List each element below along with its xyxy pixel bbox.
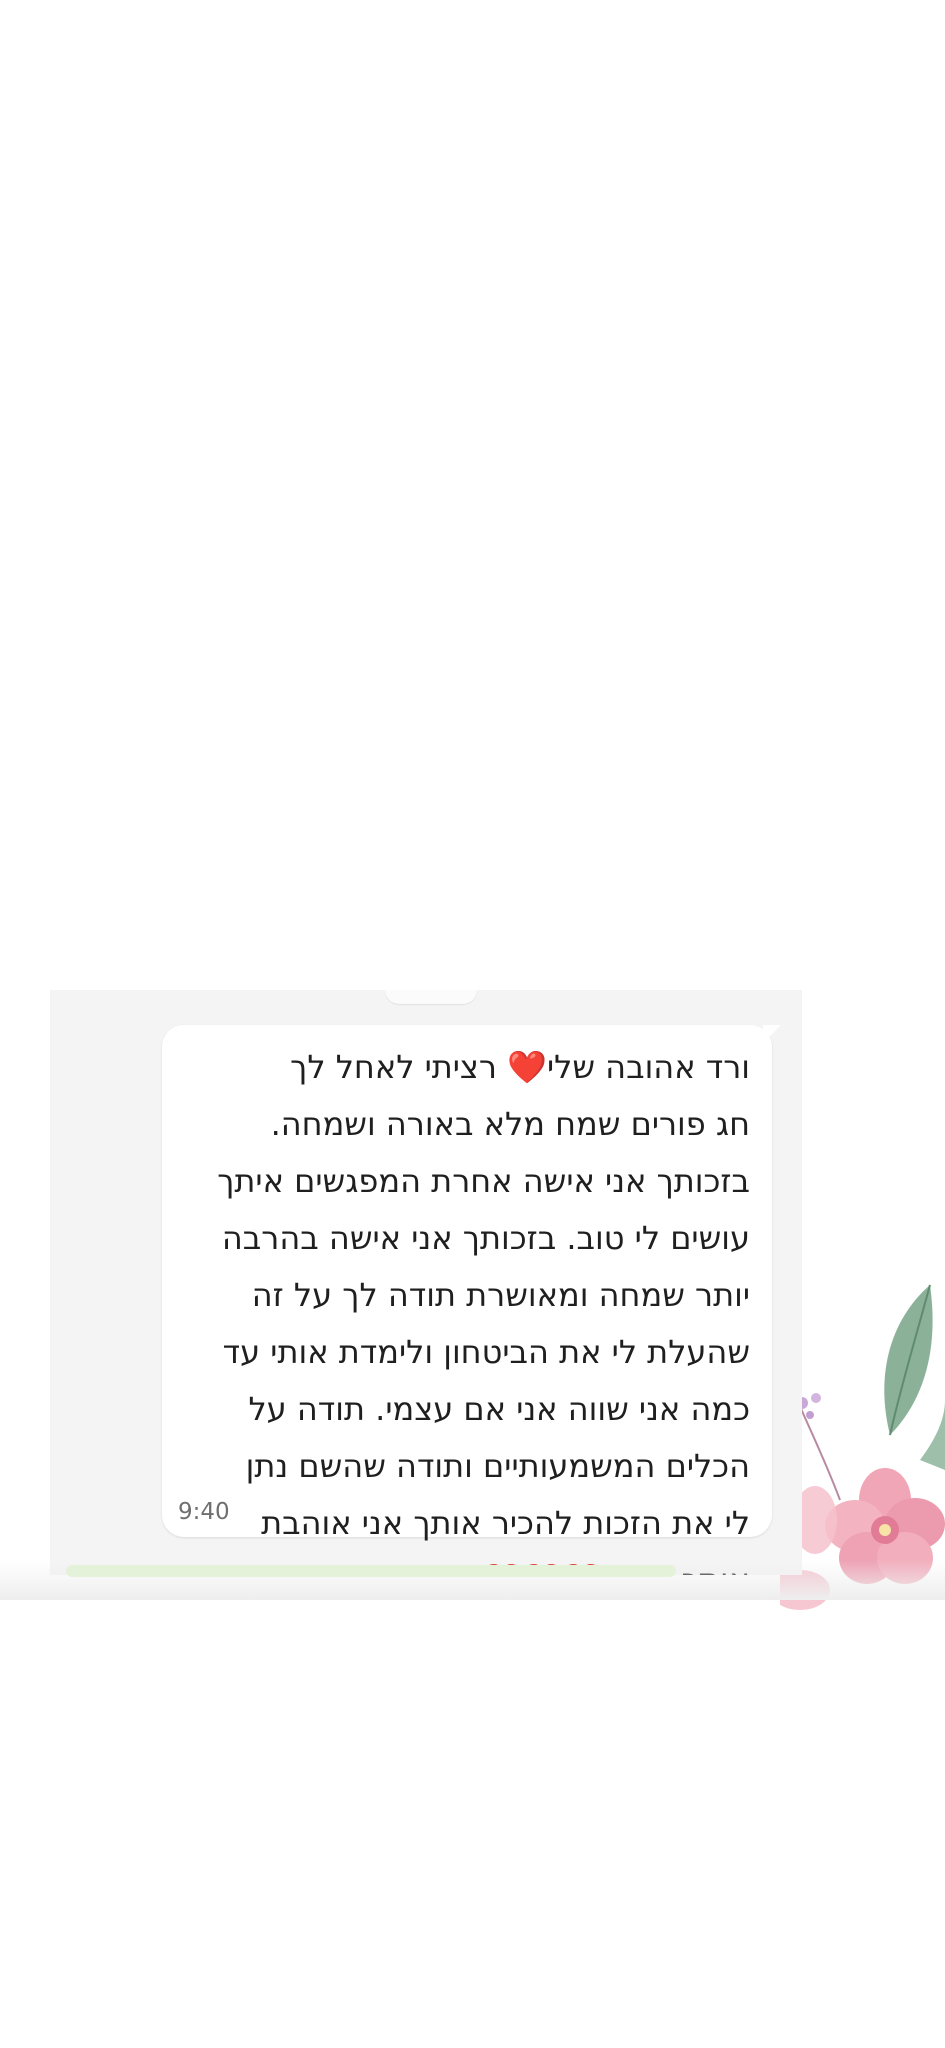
message-timestamp: 9:40 <box>178 1499 230 1525</box>
screen: ורד אהובה שלי❤️ רציתי לאחל לך חג פורים ש… <box>0 0 945 2048</box>
message-text: ורד אהובה שלי❤️ רציתי לאחל לך חג פורים ש… <box>217 1048 750 1575</box>
date-pill <box>385 990 477 1004</box>
message-bubble[interactable]: ורד אהובה שלי❤️ רציתי לאחל לך חג פורים ש… <box>162 1025 781 1575</box>
chat-panel: ורד אהובה שלי❤️ רציתי לאחל לך חג פורים ש… <box>50 990 802 1575</box>
input-strip <box>66 1565 676 1577</box>
bubble-tail <box>763 1025 781 1043</box>
flower-decoration-icon <box>780 1284 945 1610</box>
